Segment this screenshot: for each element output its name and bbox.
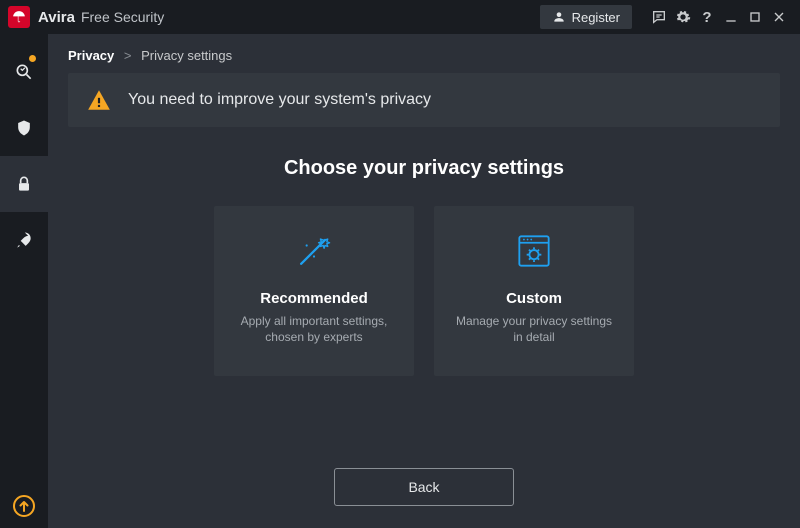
settings-button[interactable]: [672, 6, 694, 28]
card-custom-title: Custom: [506, 290, 562, 307]
close-icon: [771, 9, 787, 25]
brand-logo: [8, 6, 30, 28]
user-icon: [552, 10, 566, 24]
section-title: Choose your privacy settings: [68, 157, 780, 180]
breadcrumb-root[interactable]: Privacy: [68, 48, 114, 63]
feedback-button[interactable]: [648, 6, 670, 28]
sidebar-item-status[interactable]: [0, 44, 48, 100]
magnifier-icon: [14, 62, 34, 82]
options-row: Recommended Apply all important settings…: [68, 206, 780, 376]
minimize-button[interactable]: [720, 6, 742, 28]
warning-icon: [86, 87, 112, 113]
alert-dot-icon: [29, 55, 36, 62]
app-subtitle: Free Security: [81, 9, 164, 25]
card-recommended[interactable]: Recommended Apply all important settings…: [214, 206, 414, 376]
umbrella-icon: [12, 10, 26, 24]
breadcrumb-current: Privacy settings: [141, 48, 232, 63]
title-bar: Avira Free Security Register ?: [0, 0, 800, 34]
chat-icon: [651, 9, 667, 25]
card-custom[interactable]: Custom Manage your privacy settings in d…: [434, 206, 634, 376]
back-label: Back: [408, 479, 439, 495]
lock-icon: [14, 174, 34, 194]
gear-icon: [675, 9, 691, 25]
card-recommended-title: Recommended: [260, 290, 368, 307]
register-button[interactable]: Register: [540, 5, 632, 29]
content-area: Privacy > Privacy settings You need to i…: [48, 34, 800, 528]
maximize-button[interactable]: [744, 6, 766, 28]
close-button[interactable]: [768, 6, 790, 28]
alert-message: You need to improve your system's privac…: [128, 91, 431, 109]
shield-icon: [14, 118, 34, 138]
maximize-icon: [747, 9, 763, 25]
back-button[interactable]: Back: [334, 468, 514, 506]
register-label: Register: [572, 10, 620, 25]
sidebar-upgrade-button[interactable]: [0, 484, 48, 528]
settings-window-icon: [512, 229, 556, 273]
breadcrumb: Privacy > Privacy settings: [68, 48, 780, 63]
card-custom-desc: Manage your privacy settings in detail: [450, 313, 618, 345]
privacy-alert: You need to improve your system's privac…: [68, 73, 780, 127]
sidebar-item-security[interactable]: [0, 100, 48, 156]
sidebar: [0, 34, 48, 528]
wand-icon: [292, 229, 336, 273]
card-recommended-desc: Apply all important settings, chosen by …: [230, 313, 398, 345]
rocket-icon: [14, 230, 34, 250]
app-name: Avira: [38, 9, 75, 26]
sidebar-item-performance[interactable]: [0, 212, 48, 268]
upgrade-icon: [12, 494, 36, 518]
help-button[interactable]: ?: [696, 6, 718, 28]
sidebar-item-privacy[interactable]: [0, 156, 48, 212]
minimize-icon: [723, 9, 739, 25]
chevron-right-icon: >: [124, 48, 132, 63]
